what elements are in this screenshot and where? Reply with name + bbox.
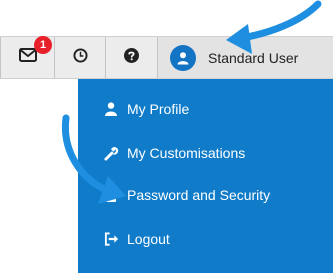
menu-item-logout[interactable]: Logout — [78, 219, 333, 259]
lock-icon — [103, 187, 119, 203]
menu-item-label: My Customisations — [127, 145, 246, 161]
menu-item-password-security[interactable]: Password and Security — [78, 175, 333, 215]
user-menu-button[interactable]: Standard User — [158, 37, 333, 78]
menu-item-label: My Profile — [127, 101, 190, 117]
user-name-label: Standard User — [208, 49, 299, 66]
history-button[interactable] — [55, 37, 106, 78]
notification-count-badge: 1 — [34, 36, 52, 54]
wrench-icon — [103, 145, 119, 161]
user-dropdown-menu: My Profile My Customisations Password an… — [78, 79, 333, 273]
envelope-icon — [18, 48, 37, 67]
user-avatar-icon — [170, 44, 196, 71]
menu-item-label: Logout — [127, 231, 170, 247]
help-button[interactable] — [106, 37, 158, 78]
notifications-button[interactable]: 1 — [0, 36, 55, 78]
question-circle-icon — [124, 47, 139, 68]
top-toolbar: 1 Standard User — [0, 36, 333, 79]
menu-item-my-customisations[interactable]: My Customisations — [78, 133, 333, 173]
logout-icon — [103, 231, 119, 247]
clock-icon — [72, 47, 88, 68]
person-icon — [103, 101, 119, 117]
menu-item-my-profile[interactable]: My Profile — [78, 89, 333, 129]
menu-item-label: Password and Security — [127, 187, 271, 203]
